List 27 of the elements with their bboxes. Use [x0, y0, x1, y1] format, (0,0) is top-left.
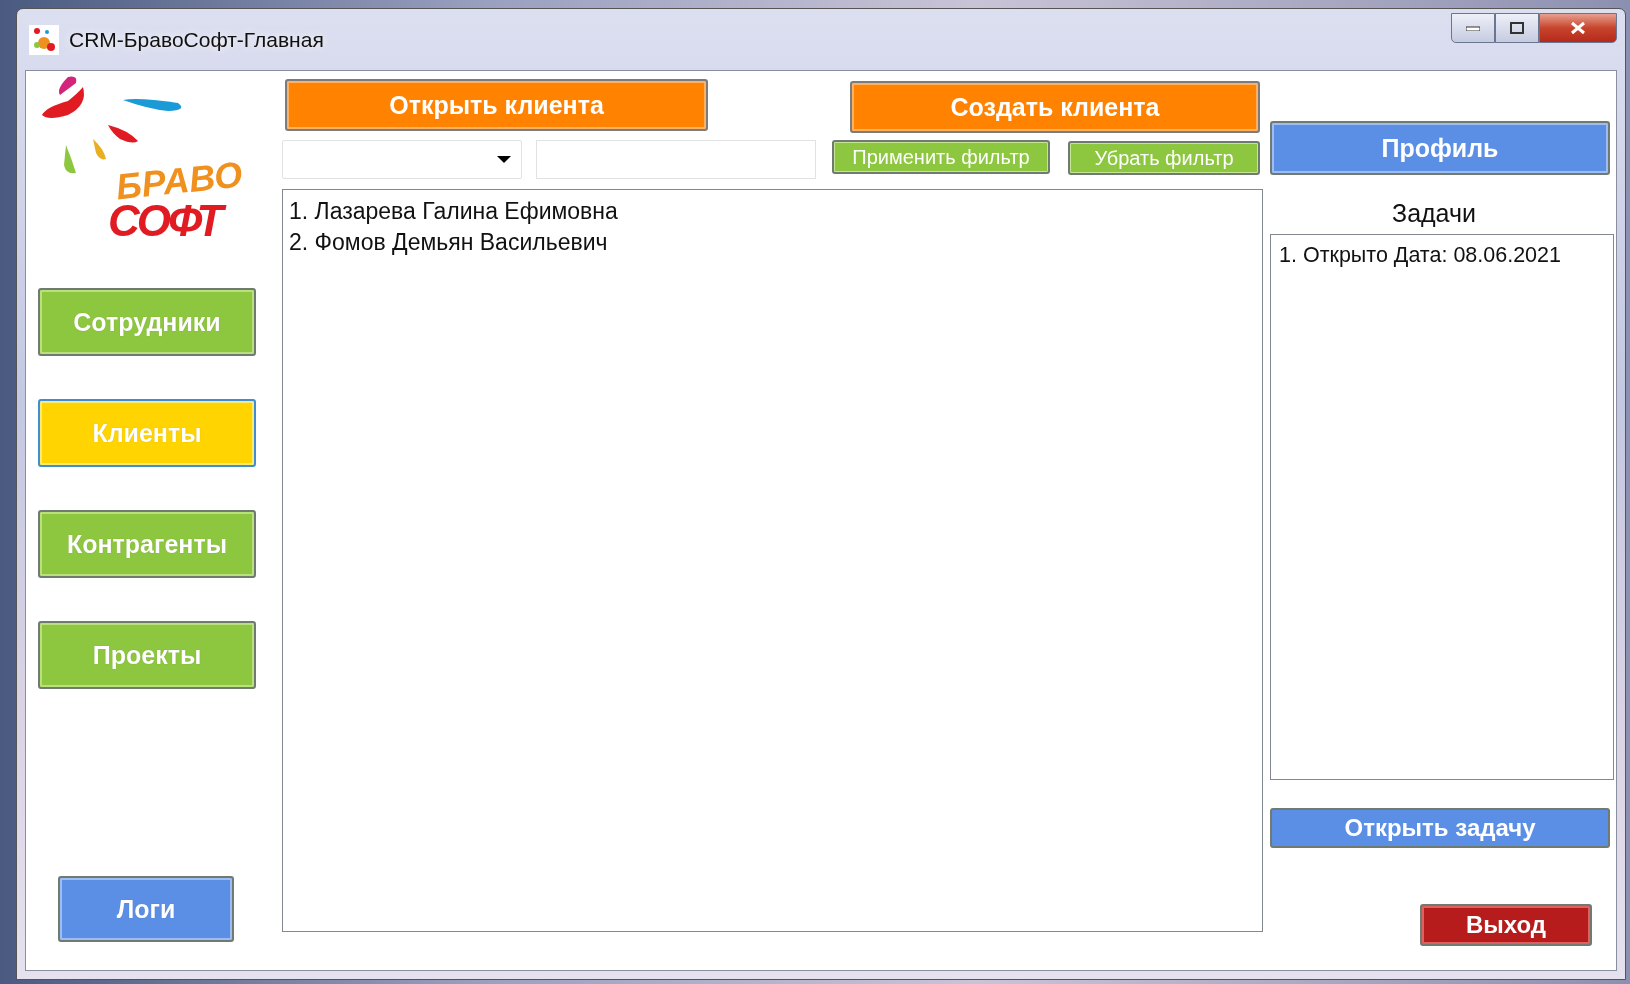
window-title: CRM-БравоСофт-Главная [69, 27, 324, 52]
open-client-button[interactable]: Открыть клиента [285, 79, 708, 131]
client-list-item[interactable]: 1. Лазарева Галина Ефимовна [289, 196, 618, 227]
nav-button[interactable]: Сотрудники [38, 288, 256, 356]
app-icon [29, 24, 59, 55]
exit-button[interactable]: Выход [1420, 904, 1592, 946]
profile-button[interactable]: Профиль [1270, 121, 1610, 175]
maximize-icon [1510, 21, 1524, 34]
minimize-button[interactable] [1451, 12, 1495, 43]
apply-filter-button[interactable]: Применить фильтр [832, 140, 1050, 174]
nav-button[interactable]: Клиенты [38, 399, 256, 467]
open-task-button[interactable]: Открыть задачу [1270, 808, 1610, 848]
dropdown-arrow-icon [497, 156, 511, 163]
logs-button[interactable]: Логи [58, 876, 234, 942]
remove-filter-button[interactable]: Убрать фильтр [1068, 141, 1260, 175]
tasks-heading: Задачи [1392, 199, 1476, 228]
close-button[interactable] [1539, 12, 1617, 43]
create-client-button[interactable]: Создать клиента [850, 81, 1260, 133]
nav-button[interactable]: Контрагенты [38, 510, 256, 578]
close-icon [1570, 20, 1586, 35]
filter-input-field[interactable] [536, 140, 816, 179]
task-list-item[interactable]: 1. Открыто Дата: 08.06.2021 [1279, 241, 1561, 269]
logo-text: БРАВО [114, 156, 244, 206]
nav-button[interactable]: Проекты [38, 621, 256, 689]
client-list-item[interactable]: 2. Фомов Демьян Васильевич [289, 227, 608, 258]
minimize-icon [1466, 24, 1480, 31]
maximize-button[interactable] [1495, 12, 1539, 43]
